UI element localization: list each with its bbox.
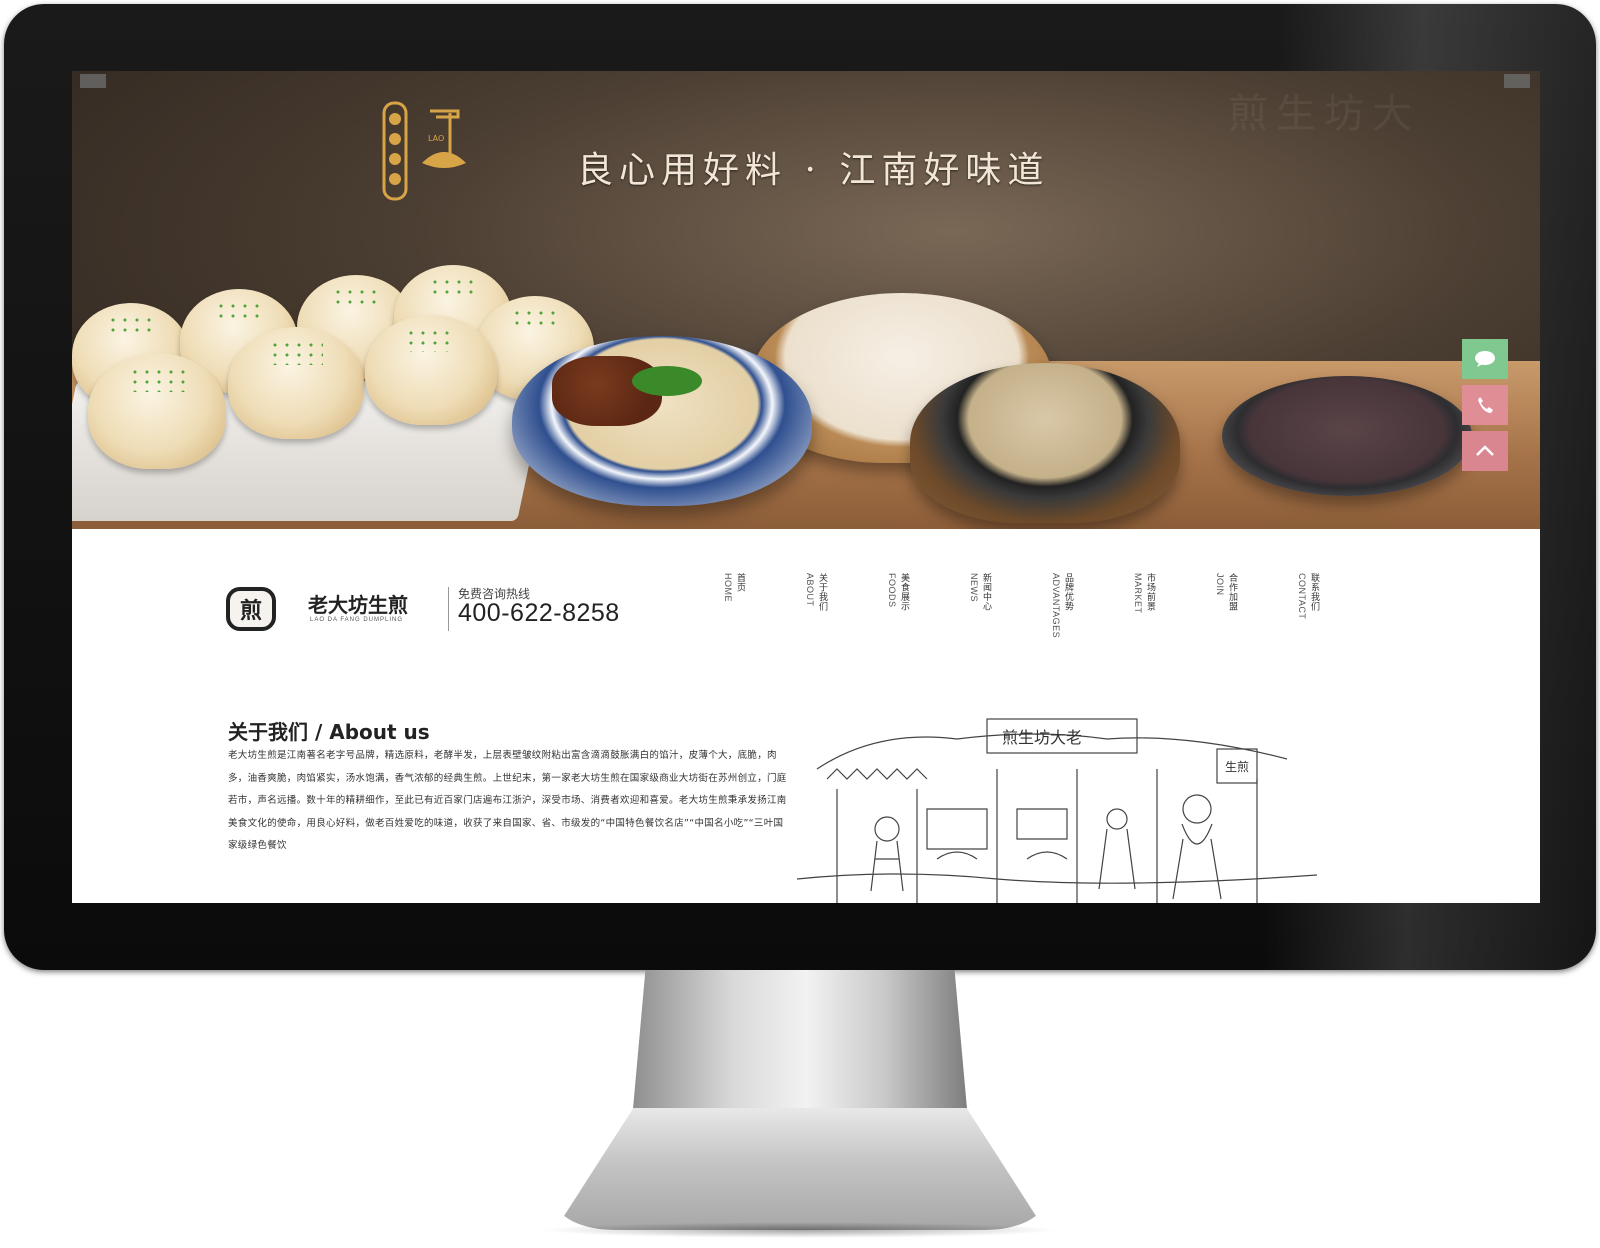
nav-item-home[interactable]: HOME 首页	[722, 573, 746, 663]
clay-pot-noodles	[910, 363, 1180, 523]
monitor-stand-base	[555, 1108, 1045, 1230]
nav-item-contact[interactable]: CONTACT 联系我们	[1296, 573, 1320, 663]
nav-item-cn: 市场前景	[1146, 573, 1156, 611]
nav-item-en: JOIN	[1215, 573, 1225, 596]
nav-item-foods[interactable]: FOODS 美食展示	[886, 573, 910, 663]
greens-topping	[632, 366, 702, 396]
street-sketch-illustration: 煎生坊大老 生煎	[797, 718, 1317, 903]
nav-item-en: MARKET	[1133, 573, 1143, 614]
about-text: 老大坊生煎是江南著名老字号品牌，精选原料，老酵半发，上层表壁皱纹附粘出富含滴滴鼓…	[228, 750, 787, 851]
back-to-top-button[interactable]	[1462, 431, 1508, 471]
window-control-right	[1504, 74, 1530, 88]
nav-item-en: NEWS	[969, 573, 979, 602]
about-title: 关于我们 / About us	[228, 720, 430, 744]
sweet-soup-bowl	[1222, 376, 1472, 496]
brand-logo[interactable]: 煎	[226, 587, 276, 631]
svg-text:LAO: LAO	[428, 134, 444, 143]
pan-fried-bun	[88, 353, 226, 469]
nav-item-cn: 首页	[736, 573, 746, 592]
pan-fried-bun	[228, 327, 364, 439]
sketch-sign-small: 生煎	[1225, 759, 1249, 774]
nav-item-cn: 新闻中心	[982, 573, 992, 611]
sketch-sign-text: 煎生坊大老	[1002, 728, 1082, 747]
hero-slogan: 良心用好料 · 江南好味道	[577, 150, 1050, 191]
phone-button[interactable]	[1462, 385, 1508, 425]
nav-item-advantages[interactable]: ADVANTAGES 品牌优势	[1050, 573, 1074, 663]
monitor-stand-neck	[632, 970, 968, 1120]
nav-item-en: ADVANTAGES	[1051, 573, 1061, 639]
nav-item-cn: 合作加盟	[1228, 573, 1238, 611]
nav-item-join[interactable]: JOIN 合作加盟	[1214, 573, 1238, 663]
nav-item-cn: 品牌优势	[1064, 573, 1074, 611]
brand-subtitle: LAO DA FANG DUMPLING	[310, 617, 404, 623]
nav-item-news[interactable]: NEWS 新闻中心	[968, 573, 992, 663]
nav-item-cn: 美食展示	[900, 573, 910, 611]
nav-item-en: ABOUT	[805, 573, 815, 607]
nav-item-en: FOODS	[887, 573, 897, 608]
hero-banner: 煎生坊大 LAO 良心用好料 · 江南好味道	[72, 71, 1540, 529]
monitor-bezel: 煎生坊大 LAO 良心用好料 · 江南好味道 煎 老大坊生煎 LAO DA FA…	[4, 4, 1596, 970]
beef-noodle-bowl	[512, 336, 812, 506]
nav-item-en: HOME	[723, 573, 733, 602]
nav-item-cn: 联系我们	[1310, 573, 1320, 611]
hero-watermark: 煎生坊大	[1228, 91, 1420, 137]
phone-icon	[1478, 397, 1493, 413]
nav-item-en: CONTACT	[1297, 573, 1307, 620]
nav-item-cn: 关于我们	[818, 573, 828, 611]
brand-emblem-icon: LAO	[382, 101, 466, 201]
website-screen: 煎生坊大 LAO 良心用好料 · 江南好味道 煎 老大坊生煎 LAO DA FA…	[72, 71, 1540, 903]
chat-button[interactable]	[1462, 339, 1508, 379]
monitor-shadow	[540, 1222, 1060, 1238]
nav-item-about[interactable]: ABOUT 关于我们	[804, 573, 828, 663]
nav-item-market[interactable]: MARKET 市场前景	[1132, 573, 1156, 663]
brand-divider	[448, 587, 449, 631]
window-control-left	[80, 74, 106, 88]
header-nav: 煎 老大坊生煎 LAO DA FANG DUMPLING 免费咨询热线 400-…	[72, 529, 1540, 679]
pan-fried-bun	[365, 315, 497, 425]
chat-icon	[1475, 351, 1495, 367]
brand-name[interactable]: 老大坊生煎	[308, 589, 408, 618]
chevron-up-icon	[1476, 445, 1494, 456]
brand-logo-char: 煎	[239, 598, 262, 623]
hotline-number: 400-622-8258	[458, 599, 620, 627]
